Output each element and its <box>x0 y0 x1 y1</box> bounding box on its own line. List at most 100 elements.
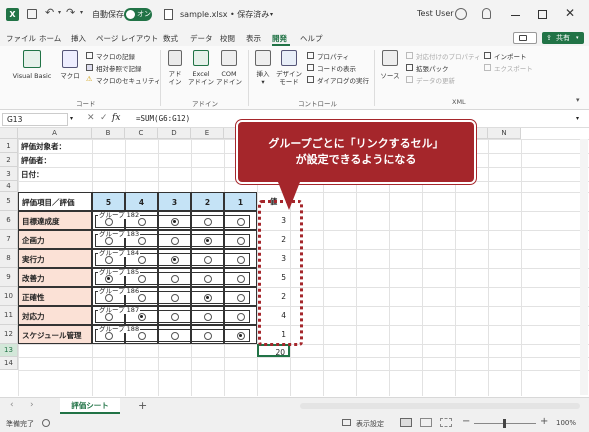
page-break-view-button[interactable] <box>440 418 452 427</box>
relative-ref-button[interactable]: 相対参照で記録 <box>96 63 142 73</box>
comment-button[interactable] <box>513 32 537 44</box>
macro-security-button[interactable]: マクロのセキュリティ <box>96 75 161 85</box>
column-header-e[interactable]: E <box>191 128 224 139</box>
option-button-5[interactable] <box>104 255 113 264</box>
user-name[interactable]: Test User <box>417 9 454 18</box>
undo-dropdown-icon[interactable]: ▾ <box>58 9 61 16</box>
save-icon[interactable] <box>27 9 37 19</box>
undo-icon[interactable]: ↶ <box>45 6 54 19</box>
option-button-1[interactable] <box>236 331 245 340</box>
row-header-3[interactable]: 3 <box>0 167 18 181</box>
export-button[interactable]: エクスポート <box>494 63 533 73</box>
visual-basic-button[interactable]: Visual Basic <box>10 72 54 80</box>
row-header-10[interactable]: 10 <box>0 287 18 306</box>
option-button-3[interactable] <box>170 293 179 302</box>
option-button-2[interactable] <box>203 312 212 321</box>
refresh-data-button[interactable]: データの更新 <box>416 75 455 85</box>
zoom-out-button[interactable]: − <box>462 416 470 427</box>
accessibility-icon[interactable] <box>42 419 50 427</box>
name-box-chevron-icon[interactable]: ▾ <box>70 115 73 122</box>
option-button-2[interactable] <box>203 217 212 226</box>
column-header-c[interactable]: C <box>125 128 158 139</box>
run-dialog-button[interactable]: ダイアログの実行 <box>317 75 369 85</box>
tab-home[interactable]: ホーム <box>39 33 61 44</box>
option-button-1[interactable] <box>236 274 245 283</box>
macro-button[interactable]: マクロ <box>58 72 82 80</box>
insert-function-icon[interactable]: fx <box>112 113 120 123</box>
row-header-2[interactable]: 2 <box>0 153 18 167</box>
title-chevron-icon[interactable]: ▾ <box>270 11 273 18</box>
qat-dropdown-icon[interactable]: ▾ <box>80 9 83 16</box>
formula-input[interactable]: =SUM(G6:G12) <box>136 114 190 123</box>
option-button-2[interactable] <box>203 331 212 340</box>
option-button-5[interactable] <box>104 217 113 226</box>
tab-file[interactable]: ファイル <box>6 33 36 44</box>
next-sheet-icon[interactable]: › <box>30 400 34 410</box>
row-header-5[interactable]: 5 <box>0 192 18 211</box>
document-title[interactable]: sample.xlsx • 保存済み <box>180 9 269 20</box>
option-button-4[interactable] <box>137 293 146 302</box>
column-header-a[interactable]: A <box>18 128 92 139</box>
view-code-button[interactable]: コードの表示 <box>317 63 356 73</box>
addin-button[interactable]: アド イン <box>164 70 186 86</box>
option-button-2[interactable] <box>203 255 212 264</box>
page-layout-view-button[interactable] <box>420 418 432 427</box>
option-button-5[interactable] <box>104 331 113 340</box>
add-sheet-button[interactable]: + <box>138 399 147 412</box>
row-header-11[interactable]: 11 <box>0 306 18 325</box>
tab-developer[interactable]: 開発 <box>272 33 287 44</box>
lightbulb-icon[interactable] <box>482 8 491 19</box>
row-header-4[interactable]: 4 <box>0 181 18 192</box>
display-settings-button[interactable]: 表示設定 <box>356 419 384 429</box>
option-button-4[interactable] <box>137 217 146 226</box>
option-button-5[interactable] <box>104 293 113 302</box>
row-header-8[interactable]: 8 <box>0 249 18 268</box>
zoom-slider-thumb[interactable] <box>503 419 506 428</box>
option-button-1[interactable] <box>236 312 245 321</box>
insert-control-button[interactable]: 挿入 ▾ <box>252 70 274 86</box>
cancel-icon[interactable]: ✕ <box>87 113 95 123</box>
enter-icon[interactable]: ✓ <box>100 113 108 123</box>
import-button[interactable]: インポート <box>494 51 527 61</box>
column-header-b[interactable]: B <box>92 128 125 139</box>
vertical-scrollbar[interactable] <box>580 139 588 395</box>
option-button-4[interactable] <box>137 236 146 245</box>
row-header-9[interactable]: 9 <box>0 268 18 287</box>
option-button-3[interactable] <box>170 255 179 264</box>
option-button-2[interactable] <box>203 236 212 245</box>
com-addin-button[interactable]: COM アドイン <box>216 70 242 86</box>
restore-icon[interactable] <box>538 10 547 19</box>
option-button-3[interactable] <box>170 312 179 321</box>
avatar[interactable] <box>455 8 467 20</box>
design-mode-button[interactable]: デザイン モード <box>275 70 303 86</box>
row-header-13[interactable]: 13 <box>0 344 18 357</box>
share-button[interactable]: ⇪ 共有 ▾ <box>542 32 584 44</box>
tab-formulas[interactable]: 数式 <box>163 33 178 44</box>
row-header-6[interactable]: 6 <box>0 211 18 230</box>
autosave-toggle[interactable]: オン <box>124 8 152 21</box>
tab-review[interactable]: 校閲 <box>220 33 235 44</box>
option-button-2[interactable] <box>203 274 212 283</box>
tab-view[interactable]: 表示 <box>246 33 261 44</box>
sheet-tab-evaluation[interactable]: 評価シート <box>60 398 120 414</box>
option-button-4[interactable] <box>137 255 146 264</box>
record-macro-button[interactable]: マクロの記録 <box>96 51 135 61</box>
option-button-5[interactable] <box>104 236 113 245</box>
option-button-5[interactable] <box>104 274 113 283</box>
row-header-1[interactable]: 1 <box>0 139 18 153</box>
tab-help[interactable]: ヘルプ <box>300 33 323 44</box>
option-button-1[interactable] <box>236 255 245 264</box>
row-header-12[interactable]: 12 <box>0 325 18 344</box>
close-icon[interactable]: ✕ <box>565 6 575 20</box>
expansion-pack-button[interactable]: 拡張パック <box>416 63 449 73</box>
option-button-4[interactable] <box>137 274 146 283</box>
expand-formula-icon[interactable]: ▾ <box>576 115 579 122</box>
map-props-button[interactable]: 対応付けのプロパティ <box>416 51 481 61</box>
name-box[interactable]: G13 <box>2 113 68 126</box>
option-button-2[interactable] <box>203 293 212 302</box>
zoom-slider[interactable] <box>474 419 536 428</box>
option-button-1[interactable] <box>236 293 245 302</box>
prev-sheet-icon[interactable]: ‹ <box>10 400 14 410</box>
select-all-corner[interactable] <box>0 128 18 139</box>
row-header-7[interactable]: 7 <box>0 230 18 249</box>
